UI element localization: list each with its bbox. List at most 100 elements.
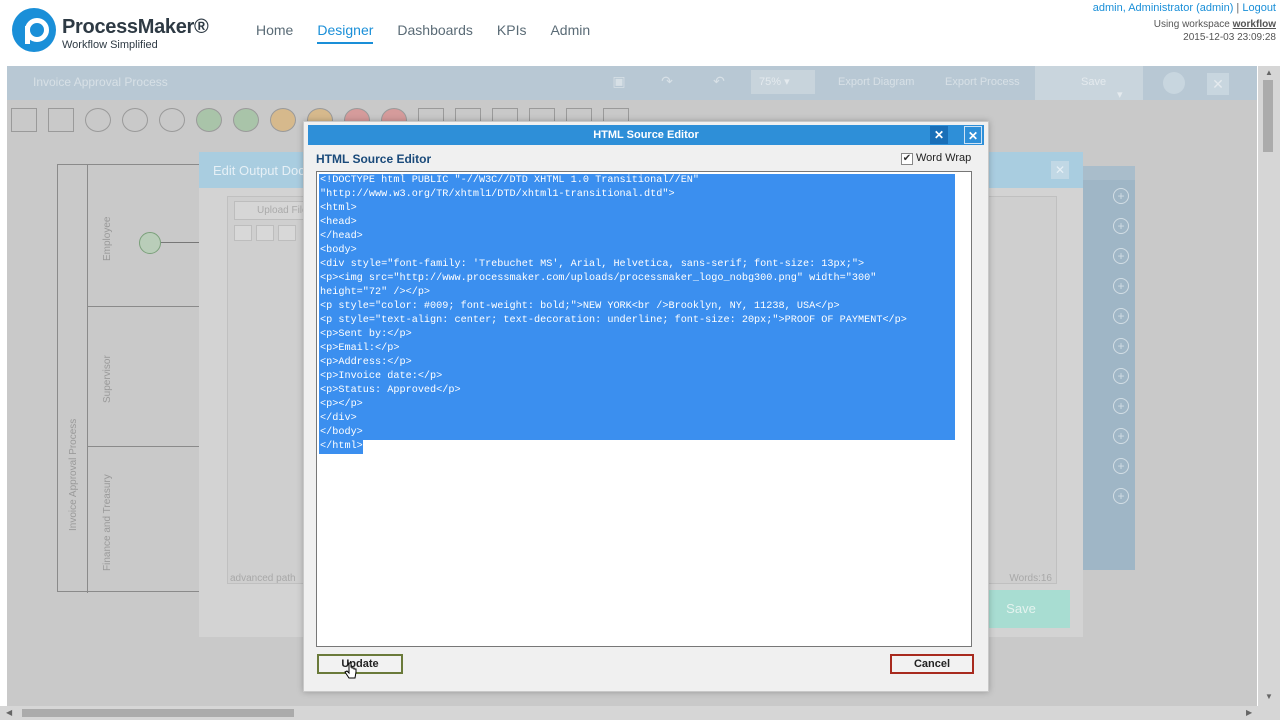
help-icon[interactable] bbox=[1163, 72, 1185, 94]
close-icon[interactable]: ✕ bbox=[1051, 161, 1069, 179]
code-line: <div style="font-family: 'Trebuchet MS',… bbox=[319, 258, 955, 272]
add-icon[interactable]: + bbox=[1113, 308, 1129, 324]
nav-kpis[interactable]: KPIs bbox=[497, 22, 527, 44]
export-process-button[interactable]: Export Process bbox=[945, 76, 1020, 88]
zoom-value: 75% bbox=[759, 76, 782, 88]
code-line: </body> bbox=[319, 426, 955, 440]
code-line: <head> bbox=[319, 216, 955, 230]
processmaker-logo-icon[interactable] bbox=[12, 8, 56, 52]
top-header: ProcessMaker® Workflow Simplified Home D… bbox=[0, 0, 1280, 62]
designer-toolbar: Invoice Approval Process ▣ ↷ ↶ 75% ▾ Exp… bbox=[7, 66, 1257, 101]
user-name-link[interactable]: admin, Administrator (admin) bbox=[1093, 2, 1234, 14]
close-designer-icon[interactable]: ✕ bbox=[1207, 73, 1229, 95]
parallel-gateway-icon[interactable] bbox=[122, 108, 148, 132]
code-line: <body> bbox=[319, 244, 955, 258]
start-event[interactable] bbox=[139, 232, 161, 254]
side-panel: + + + + + + + + + + + bbox=[1083, 166, 1135, 570]
code-line: <p>Address:</p> bbox=[319, 356, 955, 370]
subprocess-shape-icon[interactable] bbox=[48, 108, 74, 132]
code-line: <html> bbox=[319, 202, 955, 216]
task-shape-icon[interactable] bbox=[11, 108, 37, 132]
editor-heading: HTML Source Editor bbox=[316, 152, 432, 166]
code-line: <p style="text-align: center; text-decor… bbox=[319, 314, 955, 328]
code-line: <p><img src="http://www.processmaker.com… bbox=[319, 272, 955, 286]
toolbar-icon[interactable] bbox=[256, 225, 274, 241]
brand-tagline: Workflow Simplified bbox=[62, 39, 158, 51]
add-icon[interactable]: + bbox=[1113, 428, 1129, 444]
logout-link[interactable]: Logout bbox=[1242, 2, 1276, 14]
zoom-select[interactable]: 75% ▾ bbox=[751, 70, 815, 94]
word-wrap-label: Word Wrap bbox=[916, 152, 972, 164]
code-line: <p>Invoice date:</p> bbox=[319, 370, 955, 384]
add-icon[interactable]: + bbox=[1113, 398, 1129, 414]
code-line: </head> bbox=[319, 230, 955, 244]
code-line: </div> bbox=[319, 412, 955, 426]
close-icon[interactable]: ✕ bbox=[964, 126, 982, 144]
add-icon[interactable]: + bbox=[1113, 488, 1129, 504]
lane-label: Supervisor bbox=[102, 355, 113, 403]
workspace-info: Using workspace workflow bbox=[1154, 19, 1276, 30]
main-nav: Home Designer Dashboards KPIs Admin bbox=[256, 22, 614, 44]
update-button[interactable]: Update bbox=[317, 654, 403, 674]
undo-icon[interactable]: ↶ bbox=[709, 73, 729, 91]
html-source-textarea[interactable]: <!DOCTYPE html PUBLIC "-//W3C//DTD XHTML… bbox=[316, 171, 972, 647]
nav-dashboards[interactable]: Dashboards bbox=[397, 22, 473, 44]
hand-cursor-icon bbox=[344, 662, 357, 679]
chevron-down-icon: ▾ bbox=[1117, 89, 1123, 101]
horizontal-scrollbar[interactable]: ◀ ▶ bbox=[0, 706, 1280, 720]
designer-save-label: Save bbox=[1081, 76, 1107, 88]
fullscreen-icon[interactable]: ▣ bbox=[609, 73, 629, 91]
add-icon[interactable]: + bbox=[1113, 218, 1129, 234]
timer-start-event-icon[interactable] bbox=[233, 108, 259, 132]
add-icon[interactable]: + bbox=[1113, 248, 1129, 264]
current-datetime: 2015-12-03 23:09:28 bbox=[1183, 32, 1276, 43]
nav-home[interactable]: Home bbox=[256, 22, 293, 44]
source-code: <!DOCTYPE html PUBLIC "-//W3C//DTD XHTML… bbox=[319, 174, 955, 454]
designer-save-button[interactable]: Save ▾ bbox=[1035, 66, 1143, 101]
dialog-title: Edit Output Doc bbox=[213, 163, 305, 178]
edit-source-icon[interactable] bbox=[234, 225, 252, 241]
inclusive-gateway-icon[interactable] bbox=[159, 108, 185, 132]
user-info: admin, Administrator (admin) | Logout bbox=[1093, 2, 1276, 14]
process-title: Invoice Approval Process bbox=[33, 75, 168, 89]
separator: | bbox=[1236, 2, 1240, 14]
editor-titlebar[interactable]: HTML Source Editor ✕ ✕ bbox=[308, 125, 984, 145]
start-event-icon[interactable] bbox=[196, 108, 222, 132]
code-line: <p style="color: #009; font-weight: bold… bbox=[319, 300, 955, 314]
scroll-down-icon[interactable]: ▼ bbox=[1265, 692, 1273, 701]
scroll-up-icon[interactable]: ▲ bbox=[1265, 68, 1273, 77]
nav-admin[interactable]: Admin bbox=[550, 22, 590, 44]
lane-label: Finance and Treasury bbox=[102, 474, 113, 571]
code-line: <p>Email:</p> bbox=[319, 342, 955, 356]
scroll-left-icon[interactable]: ◀ bbox=[6, 708, 12, 717]
workspace-name[interactable]: workflow bbox=[1233, 19, 1276, 30]
cancel-button[interactable]: Cancel bbox=[890, 654, 974, 674]
add-icon[interactable]: + bbox=[1113, 278, 1129, 294]
nav-designer[interactable]: Designer bbox=[317, 22, 374, 44]
toolbar-icon[interactable] bbox=[278, 225, 296, 241]
workspace-prefix: Using workspace bbox=[1153, 19, 1230, 30]
horizontal-scroll-thumb[interactable] bbox=[22, 709, 294, 717]
add-icon[interactable]: + bbox=[1113, 338, 1129, 354]
html-source-editor-dialog: HTML Source Editor ✕ ✕ HTML Source Edito… bbox=[303, 121, 989, 692]
redo-icon[interactable]: ↷ bbox=[657, 73, 677, 91]
code-line: <!DOCTYPE html PUBLIC "-//W3C//DTD XHTML… bbox=[319, 174, 955, 188]
vertical-scrollbar[interactable]: ▲ ▼ bbox=[1258, 66, 1280, 706]
code-line: <p>Status: Approved</p> bbox=[319, 384, 955, 398]
add-icon[interactable]: + bbox=[1113, 368, 1129, 384]
code-line: </html> bbox=[319, 440, 363, 454]
add-icon[interactable]: + bbox=[1113, 458, 1129, 474]
add-icon[interactable]: + bbox=[1113, 188, 1129, 204]
word-wrap-checkbox[interactable]: ✔ bbox=[901, 153, 913, 165]
scroll-right-icon[interactable]: ▶ bbox=[1246, 708, 1252, 717]
word-count: Words:16 bbox=[1009, 573, 1052, 584]
sequence-flow bbox=[161, 242, 201, 243]
code-line: height="72" /></p> bbox=[319, 286, 955, 300]
code-line: <p></p> bbox=[319, 398, 955, 412]
exclusive-gateway-icon[interactable] bbox=[85, 108, 111, 132]
lane-label: Employee bbox=[102, 216, 113, 261]
intermediate-event-icon[interactable] bbox=[270, 108, 296, 132]
vertical-scroll-thumb[interactable] bbox=[1263, 80, 1273, 152]
export-diagram-button[interactable]: Export Diagram bbox=[838, 76, 914, 88]
maximize-close-icon[interactable]: ✕ bbox=[930, 126, 948, 144]
